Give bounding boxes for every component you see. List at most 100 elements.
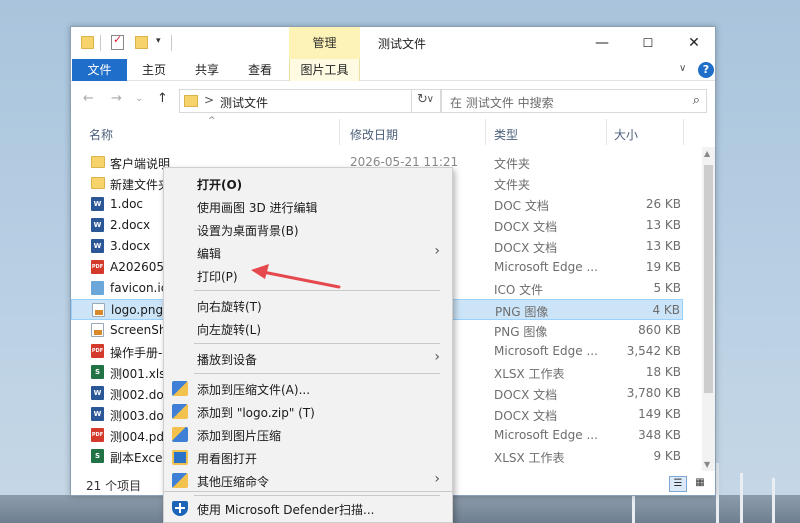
quick-access-dropdown-icon[interactable]: ▾ [156,36,161,52]
toolbar-divider [100,35,101,51]
context-menu-item[interactable]: 打开(O) [164,172,452,195]
excel-icon: S [91,449,104,463]
file-type: PNG 图像 [495,305,549,319]
recent-locations-dropdown[interactable]: ⌄ [135,93,143,104]
context-menu-item[interactable]: 添加到 "logo.zip" (T) [164,400,452,423]
archive-icon [172,473,188,488]
scroll-thumb[interactable] [704,165,713,393]
properties-icon[interactable] [111,33,124,50]
file-type: Microsoft Edge ... [494,260,598,274]
context-menu-item[interactable]: 添加到图片压缩 [164,423,452,446]
image-icon [92,303,105,317]
address-path[interactable]: 测试文件 [220,94,268,111]
file-name: 副本Excel [110,451,166,465]
new-folder-icon[interactable] [135,36,148,49]
address-bar[interactable]: > 测试文件 ∨ [179,89,441,113]
minimize-button[interactable]: — [579,31,625,55]
file-type: XLSX 工作表 [494,367,565,381]
column-divider[interactable] [485,119,486,145]
close-button[interactable]: ✕ [671,31,715,55]
folder-icon [184,95,198,107]
column-headers: ^ 名称 修改日期 类型 大小 [71,116,701,147]
file-type: Microsoft Edge ... [494,344,598,358]
file-type: 文件夹 [494,178,531,192]
tab-file[interactable]: 文件 [72,59,127,81]
file-name: logo.png [111,303,164,317]
column-divider[interactable] [339,119,340,145]
toolbar-divider [171,35,172,51]
file-name: ScreenSh [110,323,167,337]
pdf-icon: PDF [91,428,104,442]
context-menu-item[interactable]: 添加到压缩文件(A)... [164,377,452,400]
details-view-icon[interactable]: ☰ [669,476,687,492]
maximize-button[interactable]: ☐ [625,31,671,55]
submenu-chevron-icon: › [434,349,440,365]
context-menu-item[interactable]: 设置为桌面背景(B) [164,218,452,241]
file-size: 26 KB [645,197,681,211]
file-type: PNG 图像 [494,325,548,339]
file-name: 操作手册- [110,346,163,360]
tab-home[interactable]: 主页 [142,59,166,81]
column-size[interactable]: 大小 [614,126,638,143]
menu-item-label: 编辑 [197,247,222,261]
file-size: 3,780 KB [626,386,681,400]
menu-separator [194,373,440,374]
menu-item-label: 打印(P) [197,270,238,284]
folder-icon [91,177,105,189]
context-menu-item[interactable]: 向左旋转(L) [164,317,452,340]
file-type: DOCX 文档 [494,409,558,423]
image-compress-icon [172,427,188,442]
defender-shield-icon [172,501,188,516]
tab-picture-tools[interactable]: 图片工具 [289,59,360,81]
context-menu-item[interactable]: 使用 Microsoft Defender扫描... [164,497,452,520]
path-separator-icon[interactable]: > [204,93,214,107]
context-menu-item[interactable]: 播放到设备 › [164,347,452,370]
submenu-chevron-icon: › [434,471,440,487]
menu-item-label: 设置为桌面背景(B) [197,224,299,238]
tab-share[interactable]: 共享 [195,59,219,81]
sort-ascending-icon: ^ [208,116,216,126]
search-placeholder: 在 测试文件 中搜索 [450,96,554,110]
context-menu-item[interactable]: 编辑 › [164,241,452,264]
large-icons-view-icon[interactable]: ▦ [691,476,709,492]
scroll-down-icon[interactable]: ▼ [704,460,710,469]
column-name[interactable]: 名称 [89,126,113,143]
manage-tab[interactable]: 管理 [289,27,360,59]
context-menu-item[interactable]: 其他压缩命令 › [164,469,452,492]
context-menu-item[interactable]: 使用画图 3D 进行编辑 [164,195,452,218]
back-button[interactable]: ← [83,91,94,106]
column-type[interactable]: 类型 [494,126,518,143]
file-name: 1.doc [110,197,144,211]
column-divider[interactable] [606,119,607,145]
folder-icon [91,156,105,168]
menu-separator [194,495,440,496]
column-date[interactable]: 修改日期 [350,126,398,143]
tab-view[interactable]: 查看 [248,59,272,81]
forward-button[interactable]: → [111,91,122,106]
column-divider[interactable] [683,119,684,145]
file-name: 3.docx [110,239,151,253]
file-size: 5 KB [653,281,681,295]
up-button[interactable]: ↑ [157,91,168,106]
file-name: 新建文件夹 [110,178,171,192]
file-name: favicon.ic [110,281,168,295]
context-menu-item[interactable]: 用看图打开 [164,446,452,469]
file-size: 149 KB [638,407,681,421]
context-menu: 打开(O) 使用画图 3D 进行编辑设置为桌面背景(B) 编辑 › 打印(P) 向右旋转(… [163,167,453,523]
context-menu-item[interactable]: 向右旋转(T) [164,294,452,317]
file-type: XLSX 工作表 [494,451,565,465]
vertical-scrollbar[interactable]: ▲ ▼ [702,147,715,471]
scroll-up-icon[interactable]: ▲ [704,149,710,158]
ribbon-expand-icon[interactable]: ∨ [679,63,686,74]
ribbon-tabs: 文件 主页 共享 查看 图片工具 ∨ ? [71,59,715,81]
file-size: 3,542 KB [626,344,681,358]
item-count: 21 个项目 [86,479,142,493]
submenu-chevron-icon: › [434,243,440,259]
file-size: 18 KB [645,365,681,379]
search-input[interactable]: 在 测试文件 中搜索 ⌕ [441,89,707,113]
menu-item-label: 打开(O) [197,178,243,192]
word-document-icon: W [91,239,104,253]
refresh-icon[interactable]: ↻ [411,89,433,113]
word-document-icon: W [91,197,104,211]
help-icon[interactable]: ? [698,62,714,78]
